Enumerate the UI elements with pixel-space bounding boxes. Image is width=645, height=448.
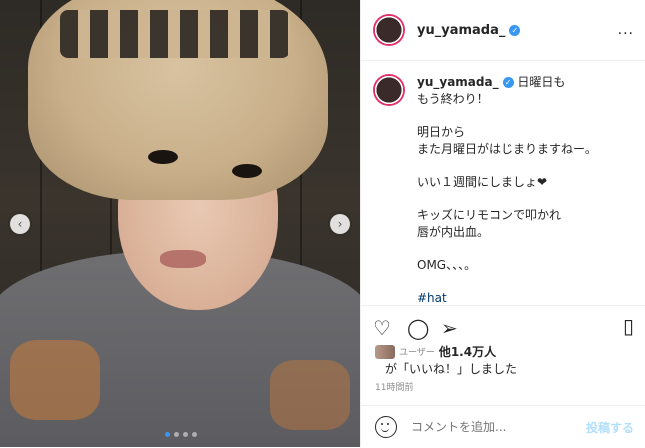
comment-bar: 投稿する — [361, 405, 645, 448]
post-header: yu_yamada_ ✓ ... — [361, 0, 645, 61]
caption: yu_yamada_ ✓ 日曜日も もう終わり！ 明日から また月曜日がはじまりま… — [373, 74, 635, 307]
caption-line: いい１週間にしましょ❤ — [417, 175, 548, 189]
carousel-dot — [183, 432, 188, 437]
post-photo[interactable]: ‹ › — [0, 0, 360, 447]
caption-line: 日曜日も — [517, 75, 566, 89]
likes-suffix: が「いいね！」しました — [385, 362, 518, 376]
header-username[interactable]: yu_yamada_ ✓ — [417, 23, 521, 38]
liker-avatar[interactable] — [375, 344, 395, 359]
caption-line: 唇が内出血。 — [417, 225, 490, 239]
caption-username[interactable]: yu_yamada_ — [417, 75, 499, 89]
liker-name[interactable]: ユーザー — [399, 345, 435, 358]
post-sidebar: yu_yamada_ ✓ ... yu_yamada_ ✓ 日曜日も もう終わり！ … — [360, 0, 645, 447]
caption-line: 明日から — [417, 125, 466, 139]
verified-icon: ✓ — [509, 24, 521, 36]
carousel-dot — [192, 432, 197, 437]
caption-avatar[interactable] — [373, 74, 405, 106]
avatar[interactable] — [373, 14, 405, 46]
share-icon[interactable]: ➢ — [441, 316, 458, 340]
carousel-dot — [174, 432, 179, 437]
emoji-icon[interactable] — [375, 416, 397, 438]
verified-icon: ✓ — [502, 77, 514, 88]
post-frame: ‹ › yu_yamada_ ✓ ... yu_yamada_ ✓ 日曜日も も… — [0, 0, 645, 447]
chevron-right-icon[interactable]: › — [330, 214, 350, 234]
action-bar: ♡ ◯ ➢ ▯ — [361, 305, 645, 346]
heart-icon[interactable]: ♡ — [373, 316, 391, 340]
comment-icon[interactable]: ◯ — [407, 316, 429, 340]
caption-line: キッズにリモコンで叩かれ — [417, 208, 562, 222]
post-timestamp[interactable]: 11時間前 — [375, 380, 413, 393]
likes-summary: ユーザー 他1.4万人 — [375, 343, 496, 360]
more-icon[interactable]: ... — [618, 22, 634, 38]
caption-line: OMG、、、。 — [417, 258, 477, 272]
post-comment-button[interactable]: 投稿する — [586, 419, 634, 436]
likes-count[interactable]: 他1.4万人 — [439, 343, 496, 360]
caption-line: また月曜日がはじまりますねー。 — [417, 142, 597, 156]
bookmark-icon[interactable]: ▯ — [623, 314, 634, 338]
chevron-left-icon[interactable]: ‹ — [10, 214, 30, 234]
carousel-dot — [165, 432, 170, 437]
comment-input[interactable] — [409, 419, 573, 435]
carousel-dots — [165, 432, 197, 437]
caption-line: もう終わり！ — [417, 92, 489, 106]
